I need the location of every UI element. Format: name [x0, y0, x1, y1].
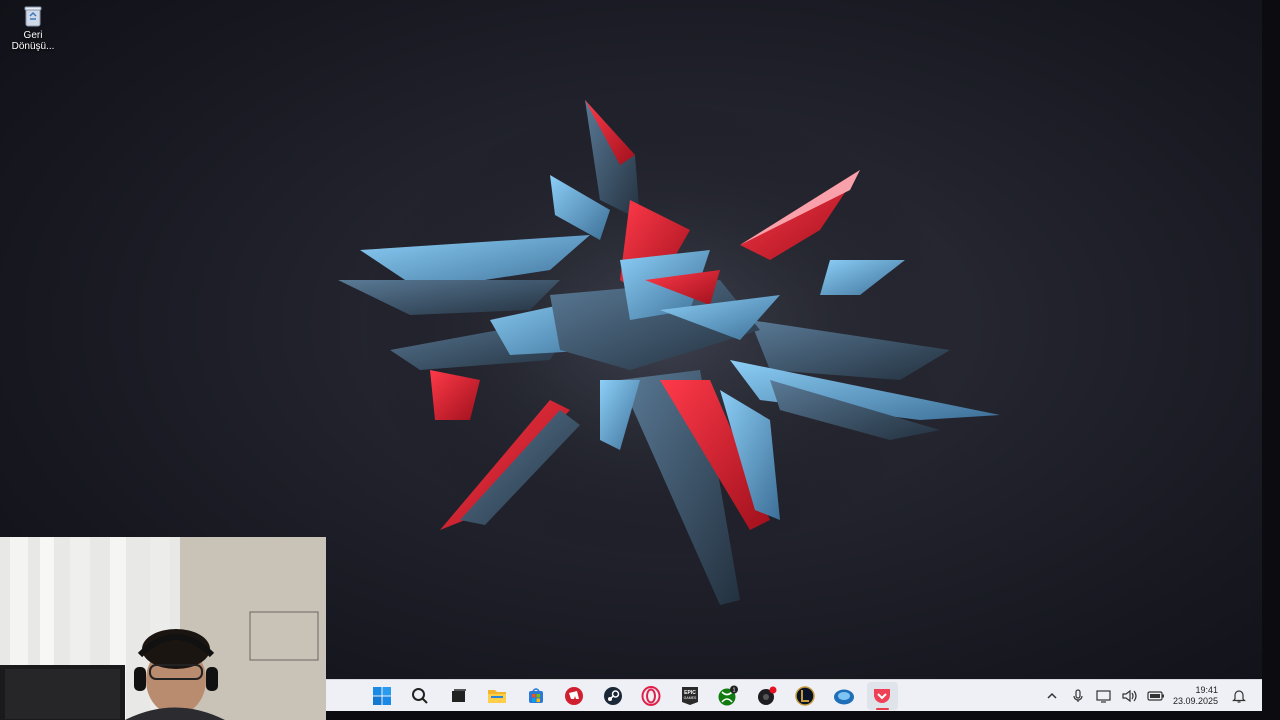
recycle-bin-icon — [24, 6, 42, 27]
riot-icon — [565, 687, 583, 705]
battery-icon — [1147, 691, 1164, 701]
pocket-button[interactable] — [866, 682, 898, 710]
webcam-feed — [0, 537, 326, 720]
blue-app-button[interactable] — [828, 682, 859, 710]
store-icon — [528, 688, 543, 703]
xbox-button[interactable]: 1 — [713, 682, 744, 710]
notification-center[interactable] — [1230, 687, 1248, 705]
taskbar: EPIC GAMES 1 19:41 23.09.2025 — [326, 679, 1262, 712]
tray-volume[interactable] — [1121, 687, 1139, 705]
task-view-icon — [451, 689, 466, 702]
folder-icon — [488, 690, 506, 703]
epic-games-button[interactable]: EPIC GAMES — [674, 682, 705, 710]
tray-battery[interactable] — [1147, 687, 1165, 705]
screen-border-bottom — [326, 711, 1262, 720]
svg-text:GAMES: GAMES — [683, 696, 696, 700]
chevron-up-icon — [1047, 692, 1057, 699]
epic-games-icon: EPIC GAMES — [681, 687, 698, 705]
search-icon — [412, 688, 428, 704]
blue-orb-icon — [833, 689, 854, 705]
webcam-overlay — [0, 537, 326, 720]
windows-start-icon — [372, 687, 391, 705]
xbox-icon: 1 — [718, 685, 738, 706]
taskbar-apps: EPIC GAMES 1 — [366, 680, 905, 712]
taskbar-clock[interactable]: 19:41 23.09.2025 — [1173, 685, 1218, 707]
desktop-icon-recycle-bin[interactable]: Geri Dönüşü... — [6, 4, 60, 52]
task-view-button[interactable] — [443, 682, 474, 710]
tray-overflow[interactable] — [1043, 687, 1061, 705]
notification-bell-icon — [1232, 690, 1246, 703]
screen-border-right — [1262, 0, 1280, 720]
pocket-icon — [874, 689, 890, 703]
display-icon — [1096, 690, 1111, 703]
opera-button[interactable] — [636, 682, 667, 710]
dark-app-button[interactable] — [751, 682, 782, 710]
tray-network[interactable] — [1095, 687, 1113, 705]
league-button[interactable] — [790, 682, 821, 710]
speaker-icon — [1122, 689, 1137, 703]
riot-client-button[interactable] — [559, 682, 590, 710]
file-explorer-button[interactable] — [482, 682, 513, 710]
search-button[interactable] — [405, 682, 436, 710]
wallpaper-shards — [338, 100, 1000, 605]
steam-button[interactable] — [597, 682, 628, 710]
league-icon — [795, 686, 815, 706]
clock-date: 23.09.2025 — [1172, 696, 1218, 706]
tray-microphone[interactable] — [1069, 687, 1087, 705]
opera-icon — [641, 686, 661, 706]
microphone-icon — [1073, 689, 1083, 702]
store-button[interactable] — [520, 682, 551, 710]
system-tray: 19:41 23.09.2025 — [1039, 680, 1252, 712]
clock-time: 19:41 — [1195, 685, 1218, 695]
xbox-badge: 1 — [732, 688, 735, 694]
desktop-icon-label: Geri Dönüşü... — [11, 30, 55, 52]
steam-icon — [603, 687, 622, 705]
dark-app-icon — [757, 686, 776, 705]
start-button[interactable] — [366, 682, 397, 710]
